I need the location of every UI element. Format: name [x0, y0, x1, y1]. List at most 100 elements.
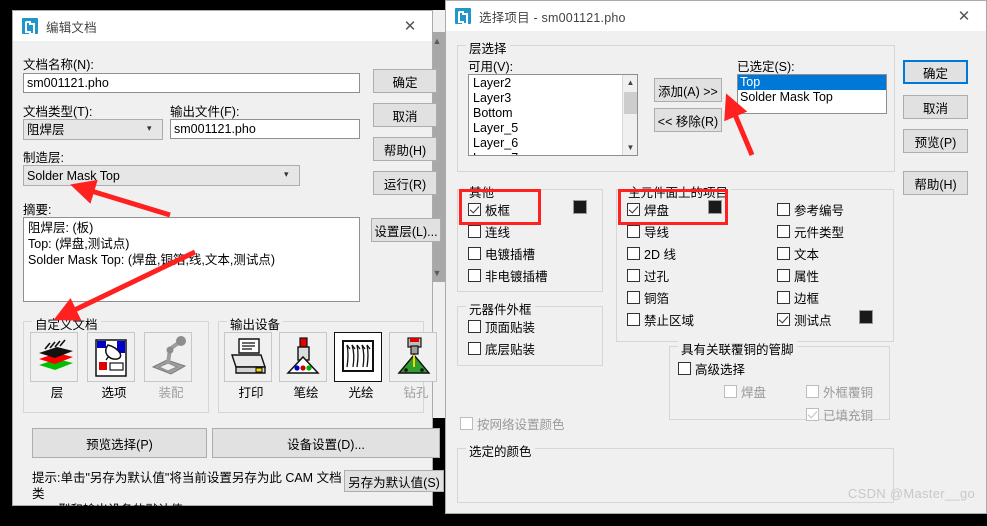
scroll-down-arrow-icon[interactable]: ▼ — [623, 140, 637, 155]
summary-label: 摘要: — [23, 203, 52, 217]
component-outline-group-label: 元器件外框 — [466, 299, 535, 318]
checkbox-label: 文本 — [794, 248, 820, 262]
add-button[interactable]: 添加(A) >> — [654, 78, 722, 102]
doc-type-select[interactable]: 阻焊层 ▾ — [23, 119, 163, 140]
checkbox-label: 底层贴装 — [485, 343, 536, 357]
list-item[interactable]: Bottom — [471, 106, 635, 121]
checkbox-pad[interactable]: 焊盘 — [627, 200, 669, 219]
color-swatch-testpoint[interactable] — [859, 310, 873, 324]
list-item[interactable]: Layer3 — [471, 91, 635, 106]
checkbox-via[interactable]: 过孔 — [627, 266, 669, 285]
checkbox-label: 非电镀插槽 — [485, 270, 548, 284]
checkbox-icon — [627, 225, 640, 238]
checkbox-label: 连线 — [485, 226, 511, 240]
mfg-layer-label: 制造层: — [23, 151, 64, 165]
checkbox-label: 铜箔 — [644, 292, 670, 306]
checkbox-component-type[interactable]: 元件类型 — [777, 222, 844, 241]
options-hand-icon[interactable] — [87, 332, 135, 382]
run-button[interactable]: 运行(R) — [373, 171, 437, 195]
edit-document-title: 编辑文档 — [46, 20, 97, 35]
list-item[interactable]: Layer_7 — [471, 151, 635, 155]
checkbox-testpoint[interactable]: 测试点 — [777, 310, 832, 329]
list-item[interactable]: Solder Mask Top — [738, 90, 886, 105]
hint-line-2: 型和输出设备的默认值 — [58, 503, 184, 517]
save-as-default-button[interactable]: 另存为默认值(S) — [344, 470, 444, 492]
color-swatch-board-outline[interactable] — [573, 200, 587, 214]
checkbox-advanced-select[interactable]: 高级选择 — [678, 359, 745, 378]
drill-icon — [389, 332, 437, 382]
output-device-item-print[interactable]: 打印 — [224, 332, 278, 401]
list-item[interactable]: Layer2 — [471, 76, 635, 91]
output-device-item-pen[interactable]: 笔绘 — [279, 332, 333, 401]
checkbox-attribute[interactable]: 属性 — [777, 266, 819, 285]
selected-listbox[interactable]: Top Solder Mask Top — [737, 74, 887, 114]
cancel-button[interactable]: 取消 — [373, 103, 437, 127]
scroll-up-arrow-icon[interactable]: ▲ — [623, 75, 637, 90]
photoplotter-icon[interactable] — [334, 332, 382, 382]
ok-button[interactable]: 确定 — [903, 60, 968, 84]
select-items-titlebar[interactable]: 选择项目 - sm001121.pho ✕ — [446, 1, 986, 31]
output-device-caption: 笔绘 — [293, 386, 319, 400]
preview-select-button[interactable]: 预览选择(P) — [32, 428, 207, 458]
output-file-input[interactable]: sm001121.pho — [170, 119, 360, 139]
checkbox-outline-copper[interactable]: 外框覆铜 — [806, 382, 873, 401]
custom-doc-caption: 装配 — [158, 386, 184, 400]
set-layer-button[interactable]: 设置层(L)... — [371, 218, 441, 242]
custom-doc-item-options[interactable]: 选项 — [87, 332, 141, 401]
cancel-button[interactable]: 取消 — [903, 95, 968, 119]
color-swatch-pad[interactable] — [708, 200, 722, 214]
checkbox-outline[interactable]: 边框 — [777, 288, 819, 307]
pen-plotter-icon[interactable] — [279, 332, 327, 382]
checkbox-copper[interactable]: 铜箔 — [627, 288, 669, 307]
printer-icon[interactable] — [224, 332, 272, 382]
scrollbar-thumb[interactable] — [624, 92, 637, 114]
checkbox-copper-pad[interactable]: 焊盘 — [724, 382, 766, 401]
checkbox-board-outline[interactable]: 板框 — [468, 200, 510, 219]
ok-button[interactable]: 确定 — [373, 69, 437, 93]
layers-icon-glyph — [39, 339, 73, 370]
list-item[interactable]: Layer_5 — [471, 121, 635, 136]
checkbox-label: 焊盘 — [644, 204, 670, 218]
custom-doc-item-layers[interactable]: 层 — [30, 332, 84, 401]
close-icon[interactable]: ✕ — [388, 11, 432, 41]
checkbox-reference-designator[interactable]: 参考编号 — [777, 200, 844, 219]
help-button[interactable]: 帮助(H) — [903, 171, 968, 195]
output-device-group-label: 输出设备 — [227, 314, 284, 333]
help-button[interactable]: 帮助(H) — [373, 137, 437, 161]
checkbox-text[interactable]: 文本 — [777, 244, 819, 263]
close-icon[interactable]: ✕ — [942, 1, 986, 31]
chevron-down-icon: ▾ — [147, 123, 152, 133]
checkbox-plated-slot[interactable]: 电镀插槽 — [468, 244, 535, 263]
checkbox-bottom-mount[interactable]: 底层贴装 — [468, 339, 535, 358]
doc-name-input[interactable]: sm001121.pho — [23, 73, 360, 93]
checkbox-label: 焊盘 — [741, 386, 767, 400]
available-list-scrollbar[interactable]: ▲ ▼ — [622, 75, 637, 155]
checkbox-2d-line[interactable]: 2D 线 — [627, 244, 676, 263]
checkbox-nonplated-slot[interactable]: 非电镀插槽 — [468, 266, 548, 285]
hint-line-1: 提示:单击"另存为默认值"将当前设置另存为此 CAM 文档类 — [32, 471, 342, 501]
list-item[interactable]: Layer_6 — [471, 136, 635, 151]
checkbox-connections[interactable]: 连线 — [468, 222, 510, 241]
device-settings-button[interactable]: 设备设置(D)... — [212, 428, 440, 458]
edit-document-titlebar[interactable]: 编辑文档 ✕ — [13, 11, 432, 41]
mfg-layer-select[interactable]: Solder Mask Top ▾ — [23, 165, 300, 186]
checkbox-icon — [627, 313, 640, 326]
output-device-item-photoplot[interactable]: 光绘 — [334, 332, 388, 401]
checkbox-trace[interactable]: 导线 — [627, 222, 669, 241]
available-listbox[interactable]: Layer2 Layer3 Bottom Layer_5 Layer_6 Lay… — [468, 74, 638, 156]
list-item-selected[interactable]: Top — [738, 75, 886, 90]
checkbox-label: 过孔 — [644, 270, 670, 284]
remove-button[interactable]: << 移除(R) — [654, 108, 722, 132]
checkbox-top-mount[interactable]: 顶面贴装 — [468, 317, 535, 336]
watermark: CSDN @Master__go — [847, 486, 975, 501]
pen-plotter-icon-glyph — [286, 337, 320, 374]
summary-textarea[interactable]: 阻焊层: (板) Top: (焊盘,测试点) Solder Mask Top: … — [23, 217, 360, 302]
other-group: 其他 板框 连线 电镀插槽 非电镀插槽 — [457, 182, 603, 292]
checkbox-color-by-net[interactable]: 按网络设置颜色 — [460, 414, 565, 433]
preview-button[interactable]: 预览(P) — [903, 129, 968, 153]
layers-icon[interactable] — [30, 332, 78, 382]
checkbox-filled-copper[interactable]: 已填充铜 — [806, 405, 873, 424]
primary-side-items-group: 主元件面上的项目 焊盘 导线 2D 线 过孔 铜箔 禁止区域 参考编号 元件类型… — [616, 182, 894, 420]
checkbox-keepout[interactable]: 禁止区域 — [627, 310, 694, 329]
checkbox-label: 元件类型 — [794, 226, 845, 240]
